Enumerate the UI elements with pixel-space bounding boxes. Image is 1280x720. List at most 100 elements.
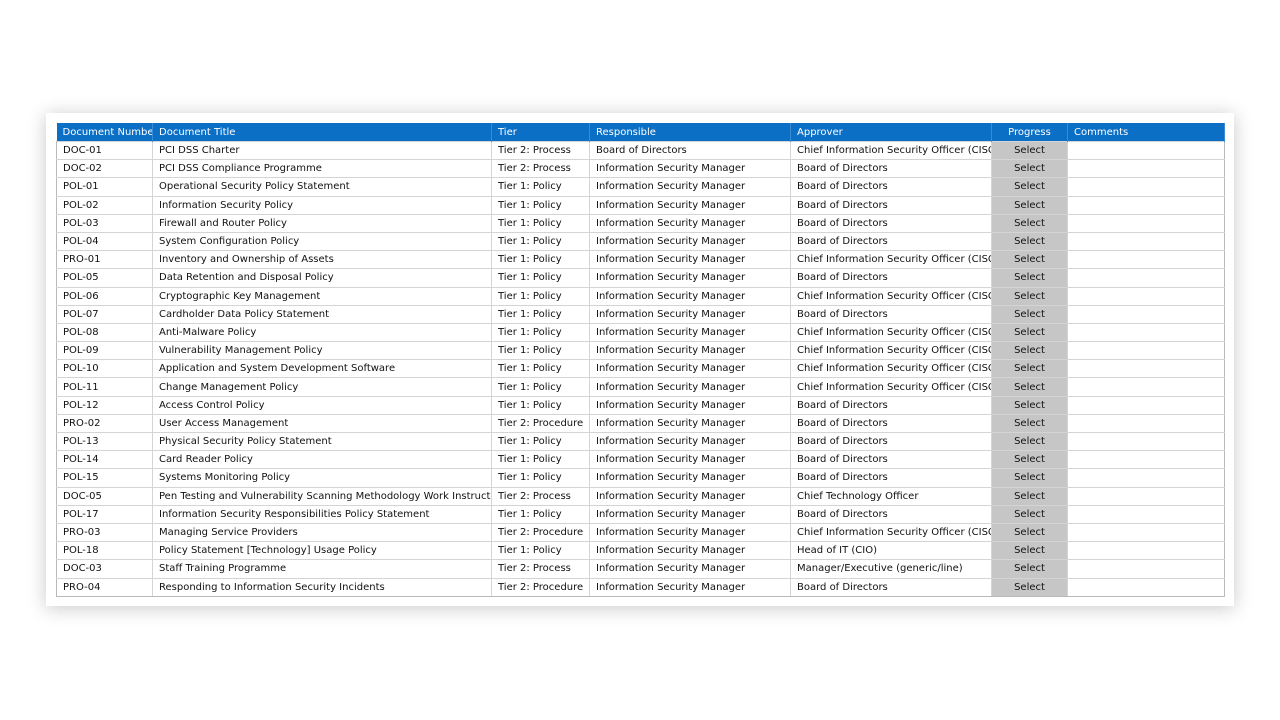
progress-select[interactable]: Select — [991, 177, 1068, 197]
progress-select[interactable]: Select — [991, 304, 1068, 324]
responsible-cell[interactable]: Information Security Manager — [589, 286, 791, 306]
tier-cell[interactable]: Tier 1: Policy — [491, 395, 590, 415]
approver-cell[interactable]: Board of Directors — [790, 431, 992, 452]
approver-cell[interactable]: Manager/Executive (generic/line) — [790, 559, 992, 579]
responsible-cell[interactable]: Information Security Manager — [589, 504, 791, 524]
progress-select[interactable]: Select — [991, 377, 1068, 397]
document-title-cell[interactable]: Inventory and Ownership of Assets — [152, 250, 492, 270]
document-title-cell[interactable]: Responding to Information Security Incid… — [152, 577, 492, 597]
responsible-cell[interactable]: Information Security Manager — [589, 304, 791, 324]
responsible-cell[interactable]: Information Security Manager — [589, 522, 791, 543]
approver-cell[interactable]: Chief Information Security Officer (CISO… — [790, 359, 992, 379]
comments-cell[interactable] — [1067, 395, 1225, 415]
document-title-cell[interactable]: PCI DSS Compliance Programme — [152, 159, 492, 179]
document-title-cell[interactable]: User Access Management — [152, 413, 492, 434]
column-header-document-number[interactable]: Document Number — [56, 123, 153, 142]
document-number-cell[interactable]: PRO-01 — [56, 250, 153, 270]
document-title-cell[interactable]: Policy Statement [Technology] Usage Poli… — [152, 541, 492, 561]
progress-select[interactable]: Select — [991, 250, 1068, 270]
document-title-cell[interactable]: System Configuration Policy — [152, 231, 492, 252]
responsible-cell[interactable]: Information Security Manager — [589, 377, 791, 397]
tier-cell[interactable]: Tier 2: Process — [491, 159, 590, 179]
document-title-cell[interactable]: Data Retention and Disposal Policy — [152, 268, 492, 288]
tier-cell[interactable]: Tier 1: Policy — [491, 377, 590, 397]
responsible-cell[interactable]: Information Security Manager — [589, 341, 791, 361]
column-header-responsible[interactable]: Responsible — [589, 123, 791, 142]
tier-cell[interactable]: Tier 1: Policy — [491, 431, 590, 452]
document-title-cell[interactable]: Staff Training Programme — [152, 559, 492, 579]
responsible-cell[interactable]: Information Security Manager — [589, 468, 791, 488]
approver-cell[interactable]: Board of Directors — [790, 231, 992, 252]
progress-select[interactable]: Select — [991, 413, 1068, 434]
tier-cell[interactable]: Tier 2: Process — [491, 559, 590, 579]
document-number-cell[interactable]: DOC-02 — [56, 159, 153, 179]
document-title-cell[interactable]: Information Security Policy — [152, 195, 492, 215]
progress-select[interactable]: Select — [991, 359, 1068, 379]
responsible-cell[interactable]: Information Security Manager — [589, 322, 791, 343]
document-title-cell[interactable]: Information Security Responsibilities Po… — [152, 504, 492, 524]
approver-cell[interactable]: Head of IT (CIO) — [790, 541, 992, 561]
approver-cell[interactable]: Chief Information Security Officer (CISO… — [790, 250, 992, 270]
document-title-cell[interactable]: Vulnerability Management Policy — [152, 341, 492, 361]
comments-cell[interactable] — [1067, 504, 1225, 524]
document-title-cell[interactable]: Application and System Development Softw… — [152, 359, 492, 379]
comments-cell[interactable] — [1067, 322, 1225, 343]
tier-cell[interactable]: Tier 1: Policy — [491, 195, 590, 215]
comments-cell[interactable] — [1067, 341, 1225, 361]
approver-cell[interactable]: Board of Directors — [790, 413, 992, 434]
document-number-cell[interactable]: POL-12 — [56, 395, 153, 415]
progress-select[interactable]: Select — [991, 577, 1068, 597]
tier-cell[interactable]: Tier 1: Policy — [491, 468, 590, 488]
tier-cell[interactable]: Tier 1: Policy — [491, 268, 590, 288]
tier-cell[interactable]: Tier 2: Procedure — [491, 413, 590, 434]
tier-cell[interactable]: Tier 1: Policy — [491, 213, 590, 233]
document-number-cell[interactable]: POL-04 — [56, 231, 153, 252]
document-number-cell[interactable]: POL-09 — [56, 341, 153, 361]
comments-cell[interactable] — [1067, 413, 1225, 434]
column-header-tier[interactable]: Tier — [491, 123, 590, 142]
progress-select[interactable]: Select — [991, 159, 1068, 179]
column-header-approver[interactable]: Approver — [790, 123, 992, 142]
approver-cell[interactable]: Chief Technology Officer — [790, 486, 992, 506]
document-number-cell[interactable]: POL-10 — [56, 359, 153, 379]
document-title-cell[interactable]: Operational Security Policy Statement — [152, 177, 492, 197]
document-title-cell[interactable]: Cryptographic Key Management — [152, 286, 492, 306]
approver-cell[interactable]: Board of Directors — [790, 450, 992, 470]
comments-cell[interactable] — [1067, 140, 1225, 161]
tier-cell[interactable]: Tier 1: Policy — [491, 177, 590, 197]
approver-cell[interactable]: Board of Directors — [790, 468, 992, 488]
progress-select[interactable]: Select — [991, 140, 1068, 161]
document-number-cell[interactable]: POL-03 — [56, 213, 153, 233]
document-number-cell[interactable]: POL-05 — [56, 268, 153, 288]
progress-select[interactable]: Select — [991, 468, 1068, 488]
approver-cell[interactable]: Board of Directors — [790, 504, 992, 524]
responsible-cell[interactable]: Information Security Manager — [589, 159, 791, 179]
comments-cell[interactable] — [1067, 159, 1225, 179]
document-title-cell[interactable]: Cardholder Data Policy Statement — [152, 304, 492, 324]
responsible-cell[interactable]: Information Security Manager — [589, 268, 791, 288]
comments-cell[interactable] — [1067, 231, 1225, 252]
comments-cell[interactable] — [1067, 522, 1225, 543]
document-number-cell[interactable]: POL-06 — [56, 286, 153, 306]
responsible-cell[interactable]: Information Security Manager — [589, 231, 791, 252]
progress-select[interactable]: Select — [991, 268, 1068, 288]
document-number-cell[interactable]: POL-18 — [56, 541, 153, 561]
tier-cell[interactable]: Tier 2: Procedure — [491, 522, 590, 543]
document-title-cell[interactable]: Firewall and Router Policy — [152, 213, 492, 233]
comments-cell[interactable] — [1067, 213, 1225, 233]
approver-cell[interactable]: Chief Information Security Officer (CISO… — [790, 341, 992, 361]
approver-cell[interactable]: Board of Directors — [790, 268, 992, 288]
document-title-cell[interactable]: Systems Monitoring Policy — [152, 468, 492, 488]
approver-cell[interactable]: Chief Information Security Officer (CISO… — [790, 377, 992, 397]
responsible-cell[interactable]: Information Security Manager — [589, 559, 791, 579]
progress-select[interactable]: Select — [991, 522, 1068, 543]
approver-cell[interactable]: Board of Directors — [790, 395, 992, 415]
responsible-cell[interactable]: Information Security Manager — [589, 359, 791, 379]
document-title-cell[interactable]: Card Reader Policy — [152, 450, 492, 470]
progress-select[interactable]: Select — [991, 395, 1068, 415]
comments-cell[interactable] — [1067, 468, 1225, 488]
document-number-cell[interactable]: POL-01 — [56, 177, 153, 197]
tier-cell[interactable]: Tier 1: Policy — [491, 341, 590, 361]
progress-select[interactable]: Select — [991, 231, 1068, 252]
progress-select[interactable]: Select — [991, 450, 1068, 470]
